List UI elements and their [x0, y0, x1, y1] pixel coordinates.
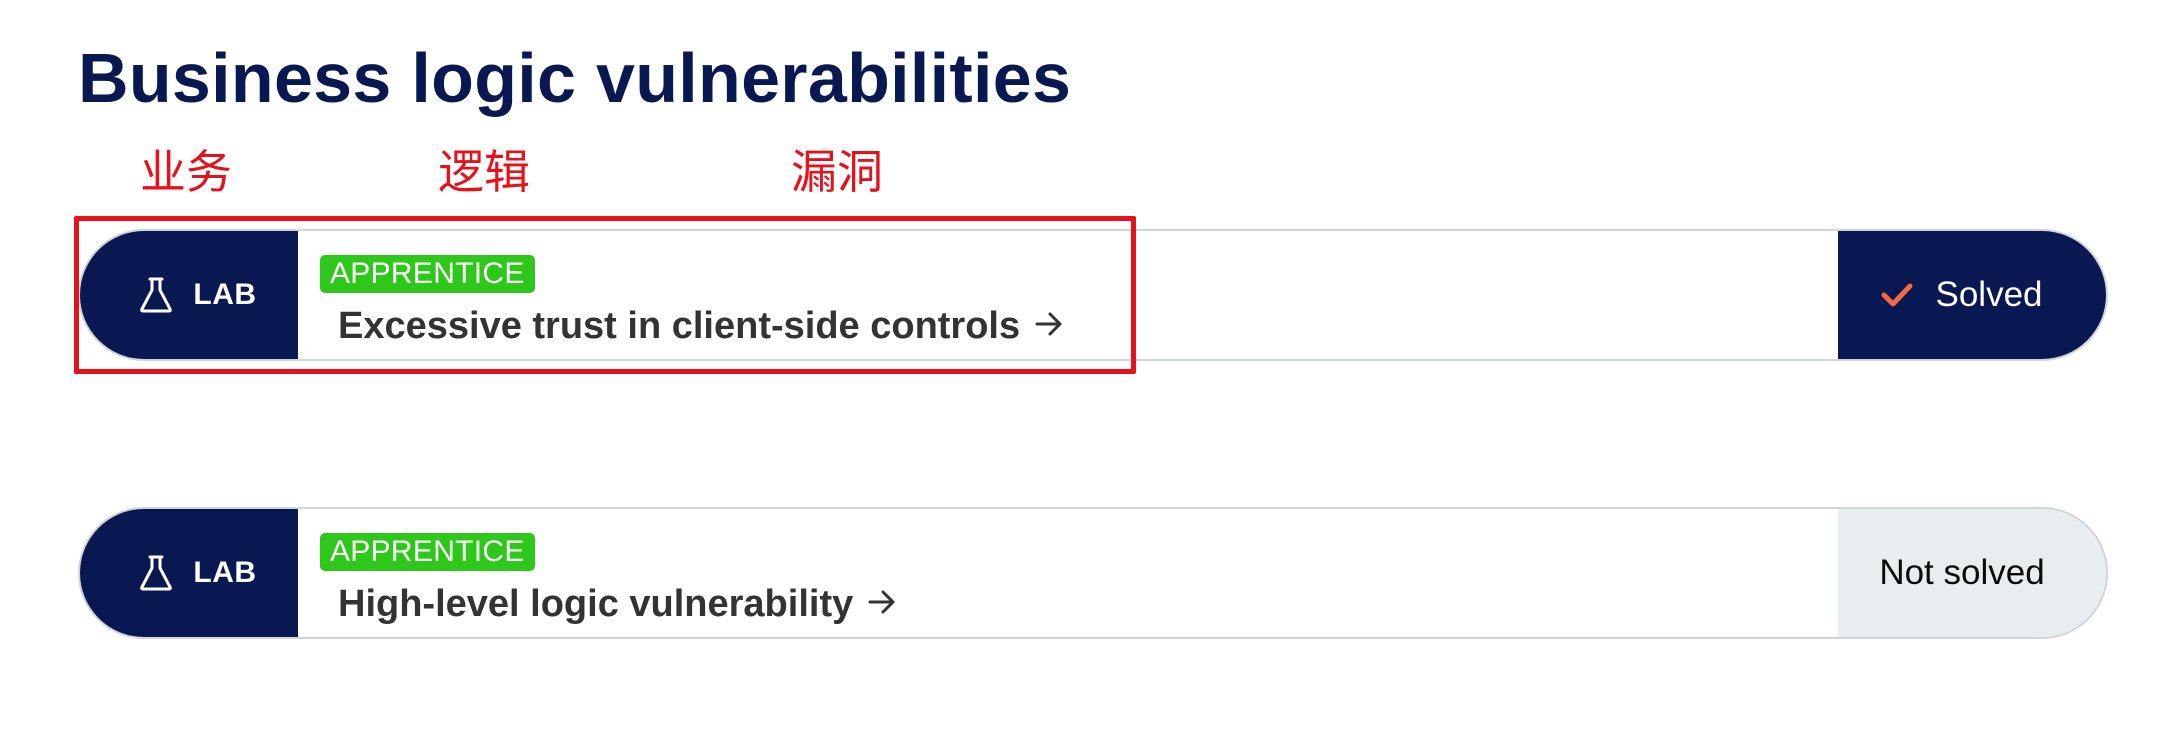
- lab-type-label: LAB: [193, 278, 257, 311]
- flask-icon: [140, 277, 173, 313]
- checkmark-icon: [1881, 283, 1913, 307]
- lab-title-text: Excessive trust in client-side controls: [338, 305, 1021, 347]
- level-badge: APPRENTICE: [320, 255, 535, 293]
- lab-body: APPRENTICE High-level logic vulnerabilit…: [298, 509, 1838, 637]
- lab-title-link[interactable]: High-level logic vulnerability: [338, 583, 897, 626]
- arrow-right-icon: [868, 590, 895, 613]
- lab-title-text: High-level logic vulnerability: [338, 583, 854, 625]
- lab-card[interactable]: LAB APPRENTICE High-level logic vulnerab…: [78, 507, 2108, 639]
- status-not-solved: Not solved: [1838, 509, 2106, 637]
- arrow-right-icon: [1035, 312, 1062, 335]
- lab-body: APPRENTICE Excessive trust in client-sid…: [298, 231, 1838, 359]
- status-label: Solved: [1935, 275, 2043, 314]
- annotation-vulnerability: 漏洞: [791, 145, 883, 199]
- lab-type-tag: LAB: [80, 509, 298, 637]
- lab-title-link[interactable]: Excessive trust in client-side controls: [338, 305, 1064, 348]
- page-title: Business logic vulnerabilities: [78, 39, 1072, 117]
- status-label: Not solved: [1879, 553, 2045, 592]
- flask-icon: [140, 555, 173, 591]
- level-badge: APPRENTICE: [320, 533, 535, 571]
- lab-type-tag: LAB: [80, 231, 298, 359]
- annotation-logic: 逻辑: [438, 145, 530, 199]
- annotation-business: 业务: [140, 145, 232, 199]
- status-solved: Solved: [1838, 231, 2106, 359]
- lab-card[interactable]: LAB APPRENTICE Excessive trust in client…: [78, 229, 2108, 361]
- lab-type-label: LAB: [193, 556, 257, 589]
